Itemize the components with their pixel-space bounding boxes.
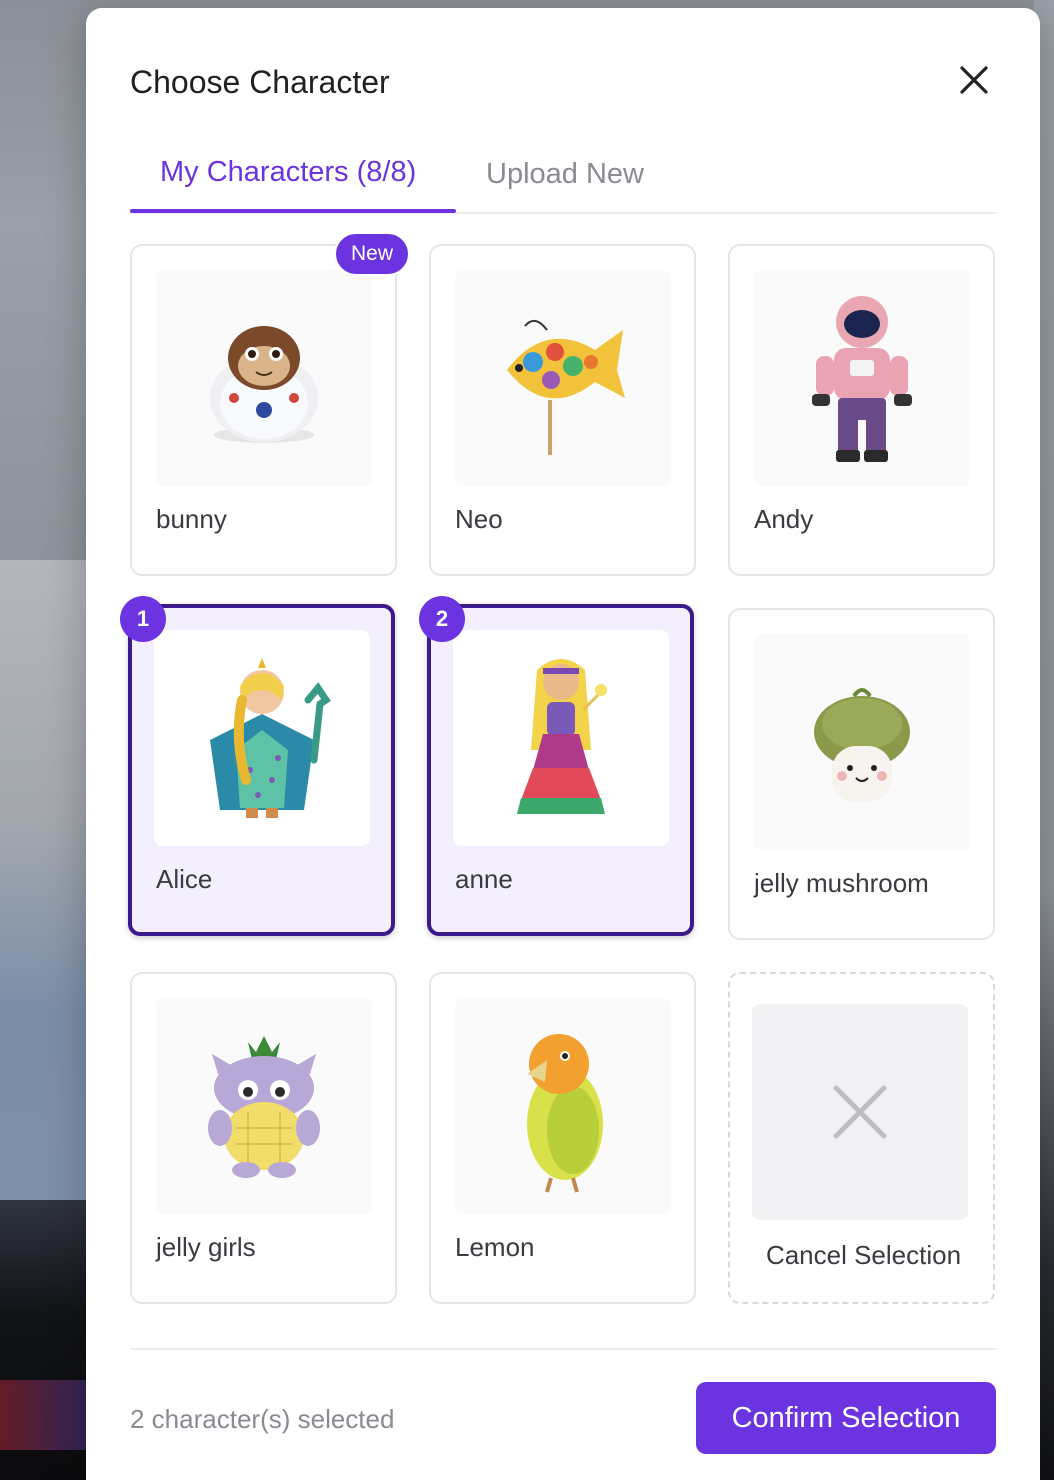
close-button[interactable] [954,60,994,100]
choose-character-dialog: Choose Character My Characters (8/8) Upl… [86,8,1040,1480]
character-card-alice[interactable]: Alice 1 [120,596,395,936]
character-image [754,634,970,850]
selection-order-badge: 2 [419,596,465,642]
active-tab-indicator [130,209,456,213]
dialog-title: Choose Character [130,64,390,100]
character-card-neo[interactable]: Neo [429,244,696,576]
character-name: jelly girls [156,1232,256,1262]
character-image [754,270,970,486]
tab-bar: My Characters (8/8) Upload New [130,148,996,214]
x-icon [833,1085,887,1139]
character-name: bunny [156,504,227,534]
character-name: Andy [754,504,814,534]
character-image [156,998,372,1214]
character-name: Lemon [455,1232,535,1262]
character-name: Neo [455,504,503,534]
character-card-jelly-girls[interactable]: jelly girls [130,972,397,1304]
selection-order-badge: 1 [120,596,166,642]
character-name: Alice [156,864,213,894]
character-image [154,630,370,846]
character-image [455,270,671,486]
footer-divider [130,1348,996,1350]
tab-my-characters[interactable]: My Characters (8/8) [160,156,416,189]
cancel-selection-option[interactable]: Cancel Selection [728,972,995,1304]
confirm-selection-button[interactable]: Confirm Selection [696,1382,996,1454]
cancel-thumb [752,1004,968,1220]
close-icon [960,66,988,94]
selection-count-text: 2 character(s) selected [130,1404,395,1434]
character-card-jelly-mushroom[interactable]: jelly mushroom [728,608,995,940]
character-name: anne [455,864,513,894]
character-name: jelly mushroom [754,868,929,898]
character-card-andy[interactable]: Andy [728,244,995,576]
character-image [453,630,669,846]
cancel-selection-label: Cancel Selection [765,1240,962,1270]
character-card-anne[interactable]: anne 2 [419,596,694,936]
new-badge: New [334,232,410,276]
character-image [455,998,671,1214]
character-image [156,270,372,486]
tab-upload-new[interactable]: Upload New [486,158,644,191]
character-card-bunny[interactable]: bunny New [130,232,410,576]
character-card-lemon[interactable]: Lemon [429,972,696,1304]
